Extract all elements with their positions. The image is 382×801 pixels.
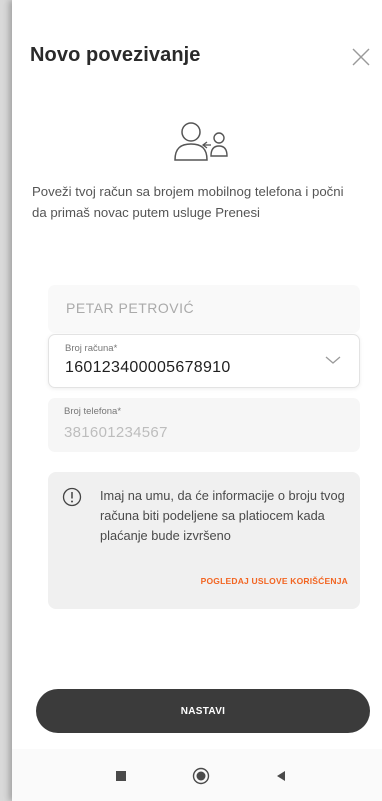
close-icon bbox=[352, 48, 370, 66]
continue-button[interactable]: NASTAVI bbox=[36, 689, 370, 733]
account-label: Broj računa* bbox=[65, 343, 118, 354]
triangle-back-icon bbox=[277, 771, 285, 781]
name-value: PETAR PETROVIĆ bbox=[66, 300, 195, 316]
account-value: 160123400005678910 bbox=[65, 359, 231, 376]
phone-value: 381601234567 bbox=[64, 424, 168, 441]
phone-field: Broj telefona* 381601234567 bbox=[48, 398, 360, 452]
info-notice: Imaj na umu, da će informacije o broju t… bbox=[48, 472, 360, 609]
header: Novo povezivanje bbox=[12, 0, 382, 100]
name-field: PETAR PETROVIĆ bbox=[48, 285, 360, 333]
terms-link[interactable]: POGLEDAJ USLOVE KORIŠĆENJA bbox=[201, 576, 348, 586]
square-icon bbox=[116, 771, 126, 781]
circle-icon bbox=[192, 767, 210, 785]
notice-text: Imaj na umu, da će informacije o broju t… bbox=[100, 488, 345, 543]
page-title: Novo povezivanje bbox=[30, 44, 201, 66]
home-button[interactable] bbox=[190, 765, 212, 787]
intro-text: Poveži tvoj račun sa brojem mobilnog tel… bbox=[32, 184, 344, 220]
user-transfer-icon bbox=[174, 122, 228, 161]
chevron-down-icon bbox=[325, 356, 341, 364]
recent-apps-button[interactable] bbox=[110, 765, 132, 787]
info-icon bbox=[62, 487, 82, 507]
back-button[interactable] bbox=[270, 765, 292, 787]
phone-label: Broj telefona* bbox=[64, 406, 122, 417]
close-button[interactable] bbox=[348, 44, 374, 70]
account-select[interactable]: Broj računa* 160123400005678910 bbox=[48, 334, 360, 388]
app-screen: Novo povezivanje Poveži tvoj račun sa br… bbox=[12, 0, 382, 801]
android-nav-bar bbox=[12, 749, 382, 801]
